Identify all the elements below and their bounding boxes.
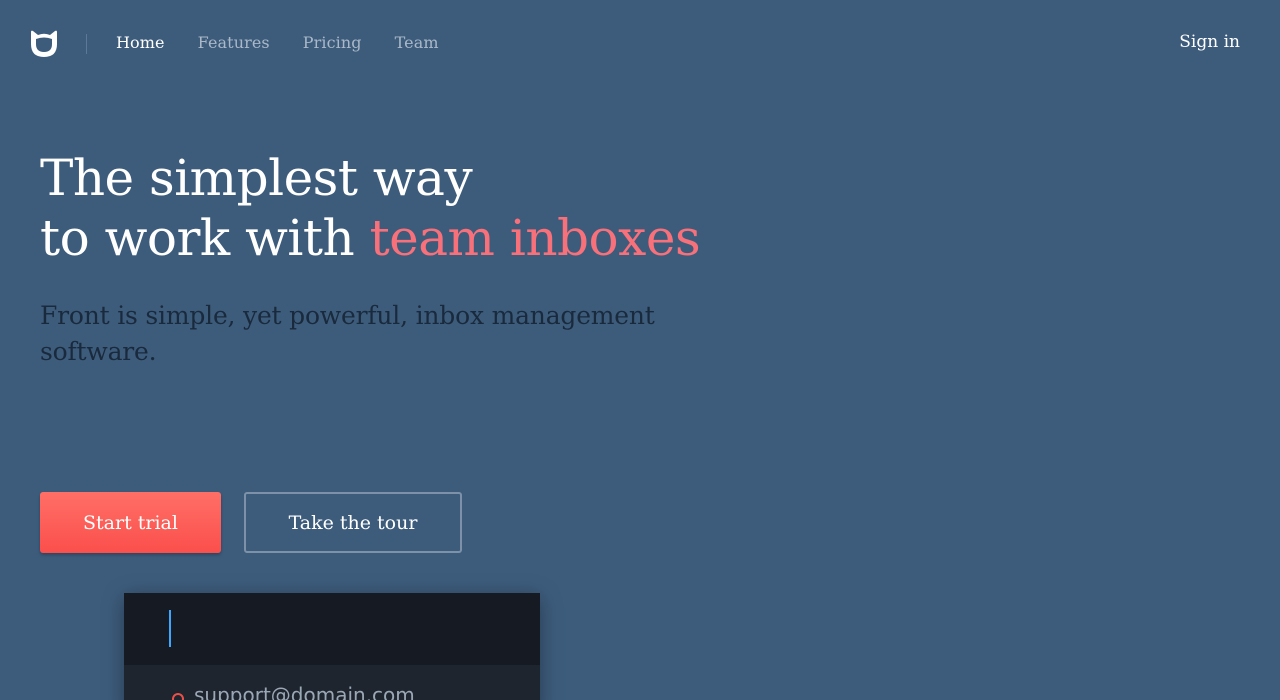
preview-header [124,593,540,665]
nav-links: Home Features Pricing Team [116,33,472,52]
sign-in-link[interactable]: Sign in [1179,32,1240,52]
hero-title-accent: team inboxes [369,209,701,267]
hero-subtitle: Front is simple, yet powerful, inbox man… [40,301,655,366]
landing-page: Home Features Pricing Team Sign in The s… [0,0,1280,700]
nav-link-home[interactable]: Home [116,33,165,52]
nav-link-features[interactable]: Features [198,33,270,52]
nav-divider [86,34,87,54]
app-preview: support@domain.com [124,593,540,700]
hero-title: The simplest way to work with team inboxe… [40,148,701,268]
nav-link-pricing[interactable]: Pricing [303,33,362,52]
preview-inbox-row: support@domain.com [124,665,540,700]
nav-link-team[interactable]: Team [395,33,439,52]
inbox-email[interactable]: support@domain.com [194,683,415,700]
text-cursor [169,610,171,647]
front-logo-icon[interactable] [28,30,60,58]
inbox-status-dot-icon [172,693,184,700]
hero-title-line2-prefix: to work with [40,209,370,267]
hero-title-line1: The simplest way [40,149,473,207]
top-nav: Home Features Pricing Team Sign in [0,0,1280,88]
take-tour-button[interactable]: Take the tour [244,492,462,553]
start-trial-button[interactable]: Start trial [40,492,221,553]
